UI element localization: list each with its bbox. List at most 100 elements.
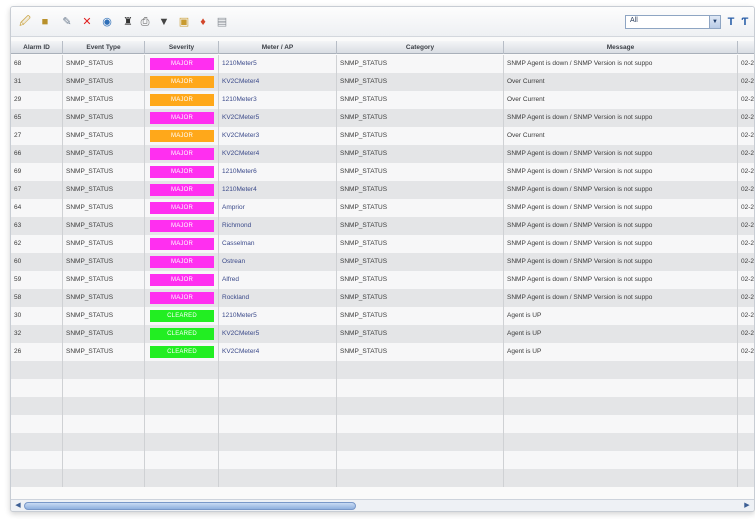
severity-badge: MAJOR xyxy=(150,58,214,70)
cell-category: SNMP_STATUS xyxy=(337,163,504,181)
scroll-right-icon[interactable]: ▶ xyxy=(742,501,752,511)
empty-cell xyxy=(63,379,145,397)
delete-icon[interactable]: ✕ xyxy=(81,16,93,28)
cell-category: SNMP_STATUS xyxy=(337,253,504,271)
cell-meter: 1210Meter5 xyxy=(219,55,337,73)
severity-badge: MAJOR xyxy=(150,274,214,286)
scroll-left-icon[interactable]: ◀ xyxy=(13,501,23,511)
chart-icon[interactable]: ♦ xyxy=(197,16,209,28)
cell-category: SNMP_STATUS xyxy=(337,181,504,199)
cell-date: 02-25- xyxy=(738,55,754,73)
table-row[interactable]: 31 SNMP_STATUS MAJOR KV2CMeter4 SNMP_STATUS O… xyxy=(11,73,754,91)
cell-id: 60 xyxy=(11,253,63,271)
cell-message: Over Current xyxy=(504,91,738,109)
cell-event: SNMP_STATUS xyxy=(63,235,145,253)
new-alarm-icon[interactable]: 🖉 xyxy=(19,16,31,28)
horizontal-scrollbar[interactable]: ◀ ▶ xyxy=(11,499,754,511)
severity-cell: MAJOR xyxy=(145,217,219,235)
column-header[interactable]: Alarm ID xyxy=(11,41,63,54)
empty-cell xyxy=(219,397,337,415)
cell-event: SNMP_STATUS xyxy=(63,55,145,73)
table-row[interactable]: 67 SNMP_STATUS MAJOR 1210Meter4 SNMP_STATUS S… xyxy=(11,181,754,199)
table-row[interactable]: 32 SNMP_STATUS CLEARED KV2CMeter5 SNMP_STATU… xyxy=(11,325,754,343)
severity-badge: MAJOR xyxy=(150,76,214,88)
table-row[interactable]: 66 SNMP_STATUS MAJOR KV2CMeter4 SNMP_STATUS S… xyxy=(11,145,754,163)
cell-id: 67 xyxy=(11,181,63,199)
empty-cell xyxy=(63,433,145,451)
empty-cell xyxy=(11,361,63,379)
clear-filter-icon[interactable]: Ƭ xyxy=(739,16,751,28)
cell-meter: Ostrean xyxy=(219,253,337,271)
empty-cell xyxy=(337,451,504,469)
cell-meter: KV2CMeter5 xyxy=(219,109,337,127)
cell-id: 32 xyxy=(11,325,63,343)
cell-meter: Alfred xyxy=(219,271,337,289)
cell-message: SNMP Agent is down / SNMP Version is not… xyxy=(504,55,738,73)
column-header[interactable]: Message xyxy=(504,41,738,54)
column-header[interactable]: Category xyxy=(337,41,504,54)
column-header[interactable]: Event Type xyxy=(63,41,145,54)
empty-cell xyxy=(219,361,337,379)
cell-category: SNMP_STATUS xyxy=(337,55,504,73)
severity-cell: MAJOR xyxy=(145,253,219,271)
table-row[interactable]: 58 SNMP_STATUS MAJOR Rockland SNMP_STATUS SNM… xyxy=(11,289,754,307)
table-row[interactable]: 68 SNMP_STATUS MAJOR 1210Meter5 SNMP_STATUS S… xyxy=(11,55,754,73)
severity-badge: CLEARED xyxy=(150,346,214,358)
empty-cell xyxy=(11,433,63,451)
cell-message: Over Current xyxy=(504,73,738,91)
table-icon[interactable]: ▤ xyxy=(216,16,228,28)
cell-event: SNMP_STATUS xyxy=(63,91,145,109)
empty-cell xyxy=(337,433,504,451)
table-body: 68 SNMP_STATUS MAJOR 1210Meter5 SNMP_STATUS S… xyxy=(11,55,754,499)
table-row[interactable]: 63 SNMP_STATUS MAJOR Richmond SNMP_STATUS SNM… xyxy=(11,217,754,235)
empty-row xyxy=(11,433,754,451)
lock-icon[interactable]: ♜ xyxy=(122,16,134,28)
table-row[interactable]: 27 SNMP_STATUS MAJOR KV2CMeter3 SNMP_STATUS O… xyxy=(11,127,754,145)
save-icon[interactable]: ■ xyxy=(39,16,51,28)
table-row[interactable]: 69 SNMP_STATUS MAJOR 1210Meter6 SNMP_STATUS S… xyxy=(11,163,754,181)
edit-icon[interactable]: ✎ xyxy=(61,16,73,28)
refresh-icon[interactable]: ◉ xyxy=(101,16,113,28)
table-row[interactable]: 65 SNMP_STATUS MAJOR KV2CMeter5 SNMP_STATUS S… xyxy=(11,109,754,127)
cell-message: SNMP Agent is down / SNMP Version is not… xyxy=(504,145,738,163)
filter-icon[interactable]: ▼ xyxy=(158,16,170,28)
empty-row xyxy=(11,451,754,469)
table-row[interactable]: 60 SNMP_STATUS MAJOR Ostrean SNMP_STATUS SNMP… xyxy=(11,253,754,271)
severity-cell: MAJOR xyxy=(145,199,219,217)
cell-message: Over Current xyxy=(504,127,738,145)
table-row[interactable]: 26 SNMP_STATUS CLEARED KV2CMeter4 SNMP_STATU… xyxy=(11,343,754,361)
cell-event: SNMP_STATUS xyxy=(63,289,145,307)
table-row[interactable]: 62 SNMP_STATUS MAJOR Casselman SNMP_STATUS SN… xyxy=(11,235,754,253)
cell-category: SNMP_STATUS xyxy=(337,145,504,163)
alarm-window: All ▼ T Ƭ 🖉 ■ ✎ ✕ ◉ ♜ ⎙ ▼ ▣ ♦ ▤ Alarm ID Event Type… xyxy=(10,6,755,512)
severity-cell: CLEARED xyxy=(145,307,219,325)
empty-cell xyxy=(145,433,219,451)
table-row[interactable]: 64 SNMP_STATUS MAJOR Amprior SNMP_STATUS SNMP… xyxy=(11,199,754,217)
chevron-down-icon[interactable]: ▼ xyxy=(709,16,720,28)
cell-date: 02-25- xyxy=(738,91,754,109)
column-header[interactable]: Severity xyxy=(145,41,219,54)
toolbar: All ▼ T Ƭ 🖉 ■ ✎ ✕ ◉ ♜ ⎙ ▼ ▣ ♦ ▤ xyxy=(11,7,754,37)
cell-event: SNMP_STATUS xyxy=(63,127,145,145)
funnel-icon[interactable]: T xyxy=(725,16,737,28)
cell-message: SNMP Agent is down / SNMP Version is not… xyxy=(504,109,738,127)
column-header[interactable]: Meter / AP xyxy=(219,41,337,54)
export-icon[interactable]: ▣ xyxy=(178,16,190,28)
empty-cell xyxy=(145,397,219,415)
cell-date: 02-25- xyxy=(738,343,754,361)
table-row[interactable]: 30 SNMP_STATUS CLEARED 1210Meter5 SNMP_STATU… xyxy=(11,307,754,325)
severity-cell: CLEARED xyxy=(145,325,219,343)
severity-badge: MAJOR xyxy=(150,166,214,178)
cell-date: 02-27- xyxy=(738,199,754,217)
filter-select[interactable]: All ▼ xyxy=(625,15,721,29)
print-icon[interactable]: ⎙ xyxy=(139,16,151,28)
empty-cell xyxy=(219,379,337,397)
column-header[interactable] xyxy=(738,41,754,54)
scrollbar-thumb[interactable] xyxy=(24,502,356,510)
empty-row xyxy=(11,397,754,415)
table-row[interactable]: 59 SNMP_STATUS MAJOR Alfred SNMP_STATUS SNMP … xyxy=(11,271,754,289)
cell-category: SNMP_STATUS xyxy=(337,73,504,91)
table-row[interactable]: 29 SNMP_STATUS MAJOR 1210Meter3 SNMP_STATUS O… xyxy=(11,91,754,109)
cell-message: Agent is UP xyxy=(504,325,738,343)
empty-cell xyxy=(63,415,145,433)
